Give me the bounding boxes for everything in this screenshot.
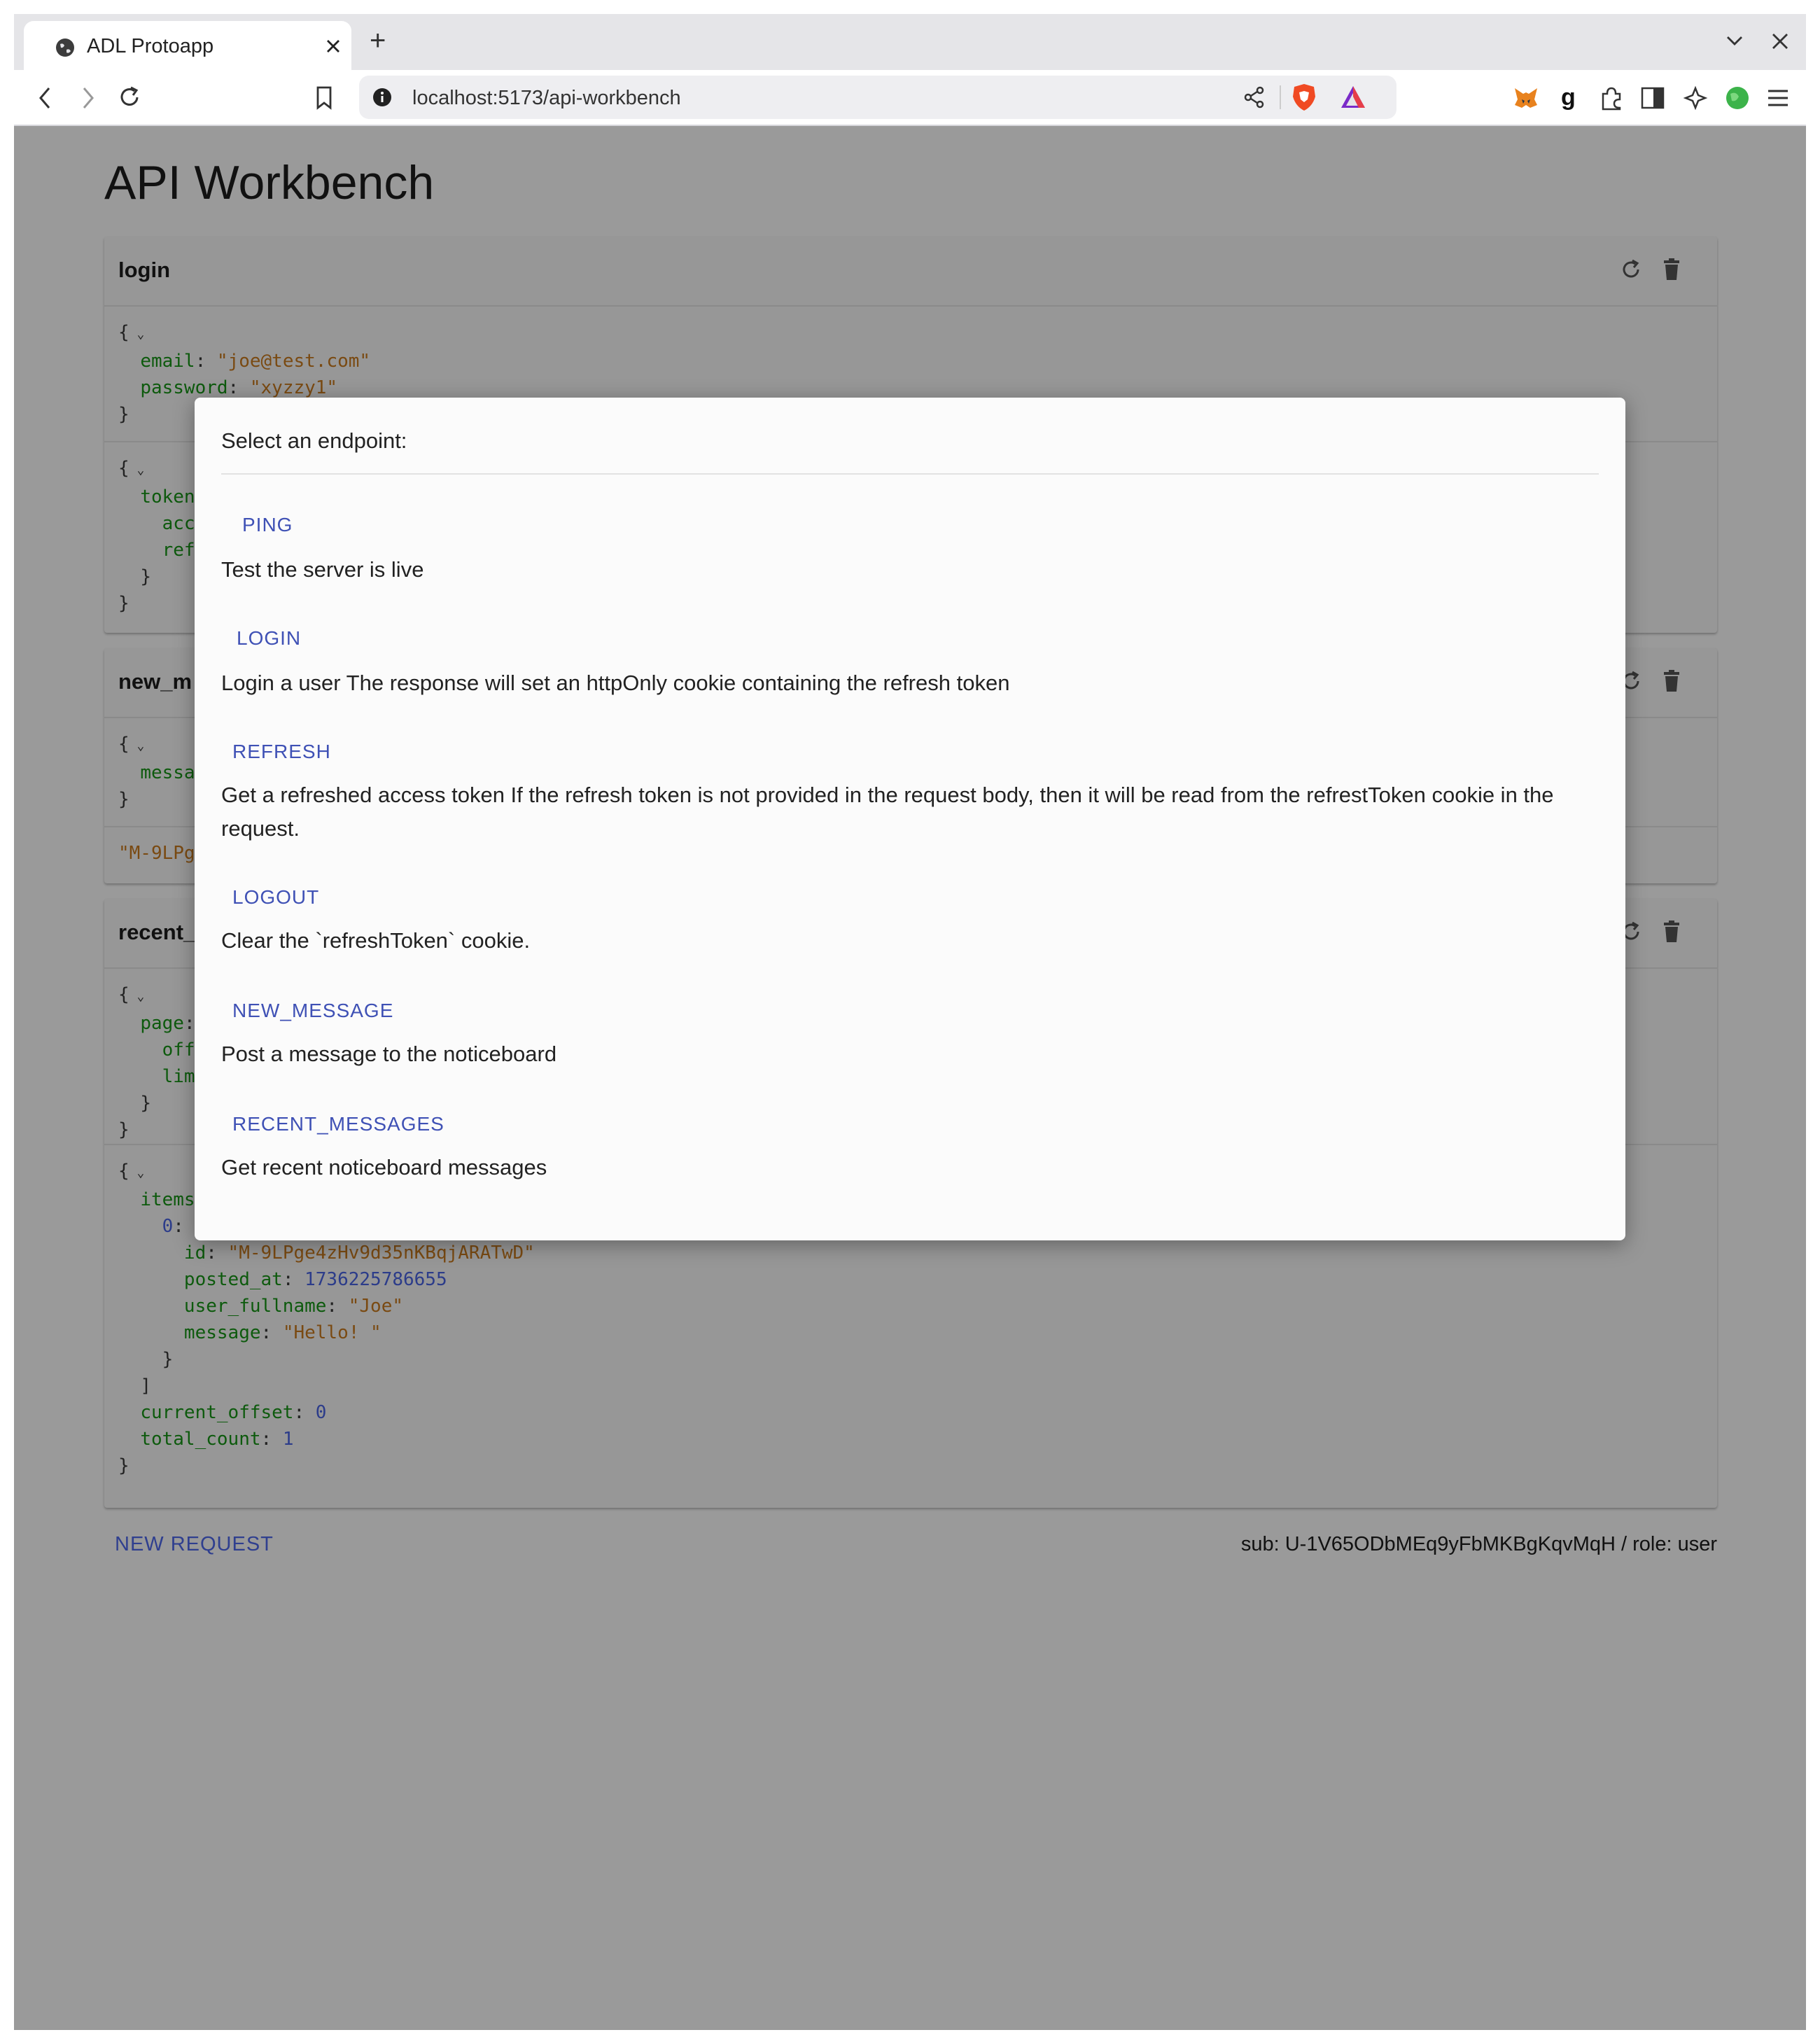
response-json: "M-9LPg <box>118 843 195 864</box>
url-text[interactable]: localhost:5173/api-workbench <box>412 87 681 110</box>
forward-icon[interactable] <box>77 85 98 111</box>
url-divider <box>1280 85 1281 109</box>
delete-icon[interactable] <box>1661 920 1682 944</box>
response-json: { ⌄ token acce refr } } <box>118 458 206 614</box>
close-tab-icon[interactable] <box>325 38 342 55</box>
back-icon[interactable] <box>35 85 56 111</box>
bookmark-icon[interactable] <box>314 85 335 111</box>
globe-icon <box>56 38 74 57</box>
divider <box>104 305 1717 307</box>
sidebar-toggle-icon[interactable] <box>1639 84 1666 112</box>
endpoint-button-new-message[interactable]: NEW_MESSAGE <box>221 995 405 1026</box>
site-info-icon[interactable] <box>372 87 393 108</box>
main-menu-icon[interactable] <box>1765 85 1791 111</box>
close-window-icon[interactable] <box>1771 32 1789 50</box>
card-title: login <box>118 258 171 282</box>
browser-tab[interactable]: ADL Protoapp <box>24 21 351 71</box>
tab-title: ADL Protoapp <box>87 35 214 57</box>
request-json: { ⌄ messa } <box>118 734 195 810</box>
dialog-title: Select an endpoint: <box>221 428 407 453</box>
page-title: API Workbench <box>104 156 435 209</box>
brave-shields-icon[interactable] <box>1290 83 1318 112</box>
delete-icon[interactable] <box>1661 258 1682 281</box>
address-bar[interactable]: localhost:5173/api-workbench <box>359 76 1396 119</box>
endpoint-select-dialog: Select an endpoint: PING Test the server… <box>195 398 1625 1240</box>
vpn-globe-extension-icon[interactable] <box>1723 84 1751 112</box>
reload-icon[interactable] <box>116 84 143 111</box>
endpoint-button-refresh[interactable]: REFRESH <box>221 736 342 767</box>
endpoint-description: Test the server is live <box>221 557 424 582</box>
leo-ai-icon[interactable] <box>1681 84 1709 112</box>
endpoint-description: Post a message to the noticeboard <box>221 1042 557 1066</box>
delete-icon[interactable] <box>1661 669 1682 693</box>
new-tab-button[interactable]: + <box>370 27 386 55</box>
card-title: new_m <box>118 669 192 694</box>
browser-toolbar: localhost:5173/api-workbench g <box>14 70 1806 126</box>
endpoint-description: Get a refreshed access token If the refr… <box>221 783 1554 841</box>
brave-rewards-icon[interactable] <box>1339 84 1367 111</box>
extensions-puzzle-icon[interactable] <box>1597 84 1625 112</box>
svg-text:g: g <box>1561 84 1576 111</box>
endpoint-description: Clear the `refreshToken` cookie. <box>221 928 531 953</box>
grammarly-extension-icon[interactable]: g <box>1557 84 1582 112</box>
endpoint-button-logout[interactable]: LOGOUT <box>221 882 330 913</box>
endpoint-description: Login a user The response will set an ht… <box>221 671 1010 695</box>
session-info: sub: U-1V65ODbMEq9yFbMKBgKqvMqH / role: … <box>1240 1533 1717 1555</box>
endpoint-description: Get recent noticeboard messages <box>221 1155 547 1180</box>
tab-strip: ADL Protoapp + <box>14 14 1806 71</box>
metamask-extension-icon[interactable] <box>1512 84 1540 112</box>
browser-chrome: ADL Protoapp + localhost:5173/api-workbe… <box>14 14 1806 126</box>
refresh-icon[interactable] <box>1619 258 1643 281</box>
share-icon[interactable] <box>1242 85 1266 109</box>
endpoint-button-login[interactable]: LOGIN <box>225 623 312 654</box>
tab-list-chevron-icon[interactable] <box>1725 34 1744 48</box>
new-request-button[interactable]: NEW REQUEST <box>115 1533 274 1556</box>
endpoint-button-ping[interactable]: PING <box>231 510 304 540</box>
endpoint-button-recent-messages[interactable]: RECENT_MESSAGES <box>221 1109 456 1140</box>
request-json: { ⌄ page: offs limi } } <box>118 984 206 1140</box>
card-title: recent_ <box>118 920 196 944</box>
divider <box>221 473 1599 475</box>
